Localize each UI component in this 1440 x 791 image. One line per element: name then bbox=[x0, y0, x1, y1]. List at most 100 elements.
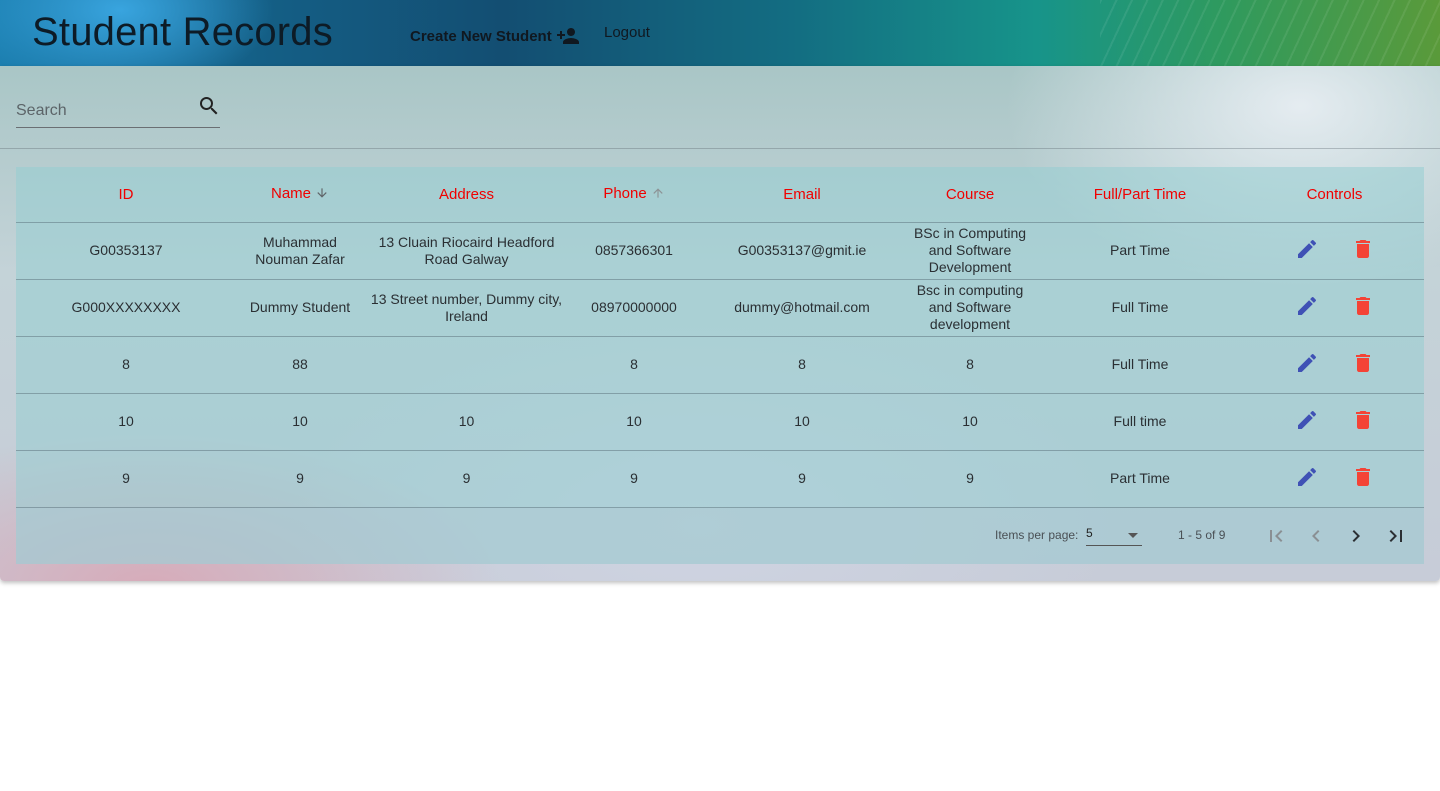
search-icon[interactable] bbox=[197, 94, 221, 123]
section-divider bbox=[0, 148, 1440, 149]
cell-id: 10 bbox=[16, 393, 236, 451]
create-new-student-link[interactable]: Create New Student bbox=[410, 24, 580, 48]
chevron-left-icon bbox=[1312, 530, 1320, 542]
cell-phone: 8 bbox=[569, 336, 699, 394]
edit-icon[interactable] bbox=[1295, 237, 1319, 261]
page-size-value: 5 bbox=[1086, 526, 1093, 540]
cell-name: 10 bbox=[236, 393, 364, 451]
delete-icon[interactable] bbox=[1351, 294, 1375, 318]
cell-full-part-time: Full Time bbox=[1035, 336, 1245, 394]
logout-link[interactable]: Logout bbox=[604, 24, 650, 41]
cell-email: G00353137@gmit.ie bbox=[699, 222, 905, 280]
table-row: 9 9 9 9 9 9 Part Time bbox=[16, 450, 1424, 508]
col-header-id[interactable]: ID bbox=[16, 167, 236, 223]
students-table: ID Name Address Phone Email Course Full/… bbox=[16, 167, 1424, 564]
table-row: G000XXXXXXXX Dummy Student 13 Street numbe… bbox=[16, 279, 1424, 337]
cell-course: 9 bbox=[905, 450, 1035, 508]
dropdown-arrow-icon bbox=[1126, 528, 1140, 546]
cell-email: dummy@hotmail.com bbox=[699, 279, 905, 337]
delete-icon[interactable] bbox=[1351, 408, 1375, 432]
cell-phone: 9 bbox=[569, 450, 699, 508]
cell-course: Bsc in computing and Software developmen… bbox=[905, 279, 1035, 337]
delete-icon[interactable] bbox=[1351, 351, 1375, 375]
cell-address: 13 Street number, Dummy city, Ireland bbox=[364, 279, 569, 337]
table-row: 10 10 10 10 10 10 Full time bbox=[16, 393, 1424, 451]
cell-phone: 10 bbox=[569, 393, 699, 451]
cell-name: Dummy Student bbox=[236, 279, 364, 337]
col-header-controls: Controls bbox=[1245, 167, 1424, 223]
col-header-full-part-time[interactable]: Full/Part Time bbox=[1035, 167, 1245, 223]
cell-phone: 08970000000 bbox=[569, 279, 699, 337]
search-field bbox=[16, 90, 220, 128]
cell-controls bbox=[1245, 279, 1424, 337]
previous-page-button[interactable] bbox=[1304, 524, 1328, 548]
cell-email: 8 bbox=[699, 336, 905, 394]
col-header-label: Name bbox=[270, 184, 311, 202]
table-row: G00353137 Muhammad Nouman Zafar 13 Cluain … bbox=[16, 222, 1424, 280]
app-toolbar: Student Records Create New Student Logou… bbox=[0, 0, 1440, 66]
sort-descending-icon bbox=[315, 186, 329, 204]
cell-controls bbox=[1245, 393, 1424, 451]
cell-course: 8 bbox=[905, 336, 1035, 394]
cell-controls bbox=[1245, 450, 1424, 508]
first-page-icon bbox=[1270, 530, 1283, 542]
cell-controls bbox=[1245, 336, 1424, 394]
cell-full-part-time: Full Time bbox=[1035, 279, 1245, 337]
cell-address: 10 bbox=[364, 393, 569, 451]
first-page-button[interactable] bbox=[1264, 524, 1288, 548]
cell-address: 13 Cluain Riocaird Headford Road Galway bbox=[364, 222, 569, 280]
cell-address: 9 bbox=[364, 450, 569, 508]
col-header-course[interactable]: Course bbox=[905, 167, 1035, 223]
cell-course: 10 bbox=[905, 393, 1035, 451]
sort-ascending-icon bbox=[651, 186, 665, 204]
col-header-phone[interactable]: Phone bbox=[569, 167, 699, 223]
cell-name: 88 bbox=[236, 336, 364, 394]
search-input[interactable] bbox=[16, 100, 186, 122]
cell-id: G000XXXXXXXX bbox=[16, 279, 236, 337]
col-header-label: Full/Part Time bbox=[1093, 185, 1187, 203]
table-row: 8 88 8 8 8 Full Time bbox=[16, 336, 1424, 394]
cell-course: BSc in Computing and Software Developmen… bbox=[905, 222, 1035, 280]
paginator: Items per page: 5 1 - 5 of 9 bbox=[16, 508, 1424, 564]
cell-name: Muhammad Nouman Zafar bbox=[236, 222, 364, 280]
cell-id: 9 bbox=[16, 450, 236, 508]
next-page-button[interactable] bbox=[1344, 524, 1368, 548]
last-page-button[interactable] bbox=[1384, 524, 1408, 548]
items-per-page-label: Items per page: bbox=[995, 528, 1079, 542]
col-header-email[interactable]: Email bbox=[699, 167, 905, 223]
col-header-label: ID bbox=[118, 185, 134, 203]
col-header-label: Course bbox=[945, 185, 995, 203]
table-header-row: ID Name Address Phone Email Course Full/… bbox=[16, 167, 1424, 223]
col-header-label: Email bbox=[783, 185, 821, 203]
cell-email: 10 bbox=[699, 393, 905, 451]
cell-controls bbox=[1245, 222, 1424, 280]
delete-icon[interactable] bbox=[1351, 237, 1375, 261]
page-size-select[interactable]: 5 bbox=[1086, 522, 1142, 546]
edit-icon[interactable] bbox=[1295, 351, 1319, 375]
cell-full-part-time: Full time bbox=[1035, 393, 1245, 451]
edit-icon[interactable] bbox=[1295, 408, 1319, 432]
chevron-right-icon bbox=[1352, 530, 1360, 542]
records-card: ID Name Address Phone Email Course Full/… bbox=[0, 66, 1440, 581]
app-title: Student Records bbox=[32, 10, 333, 54]
create-new-student-label: Create New Student bbox=[410, 27, 552, 45]
cell-email: 9 bbox=[699, 450, 905, 508]
cell-phone: 0857366301 bbox=[569, 222, 699, 280]
col-header-address[interactable]: Address bbox=[364, 167, 569, 223]
page-range-label: 1 - 5 of 9 bbox=[1178, 528, 1226, 542]
col-header-name[interactable]: Name bbox=[236, 167, 364, 223]
cell-name: 9 bbox=[236, 450, 364, 508]
delete-icon[interactable] bbox=[1351, 465, 1375, 489]
cell-full-part-time: Part Time bbox=[1035, 450, 1245, 508]
edit-icon[interactable] bbox=[1295, 465, 1319, 489]
col-header-label: Phone bbox=[603, 184, 647, 202]
cell-address bbox=[364, 336, 569, 394]
cell-full-part-time: Part Time bbox=[1035, 222, 1245, 280]
edit-icon[interactable] bbox=[1295, 294, 1319, 318]
last-page-icon bbox=[1389, 530, 1402, 542]
person-add-icon bbox=[556, 28, 579, 44]
cell-id: 8 bbox=[16, 336, 236, 394]
cell-id: G00353137 bbox=[16, 222, 236, 280]
col-header-label: Address bbox=[438, 185, 495, 203]
col-header-label: Controls bbox=[1306, 185, 1363, 203]
